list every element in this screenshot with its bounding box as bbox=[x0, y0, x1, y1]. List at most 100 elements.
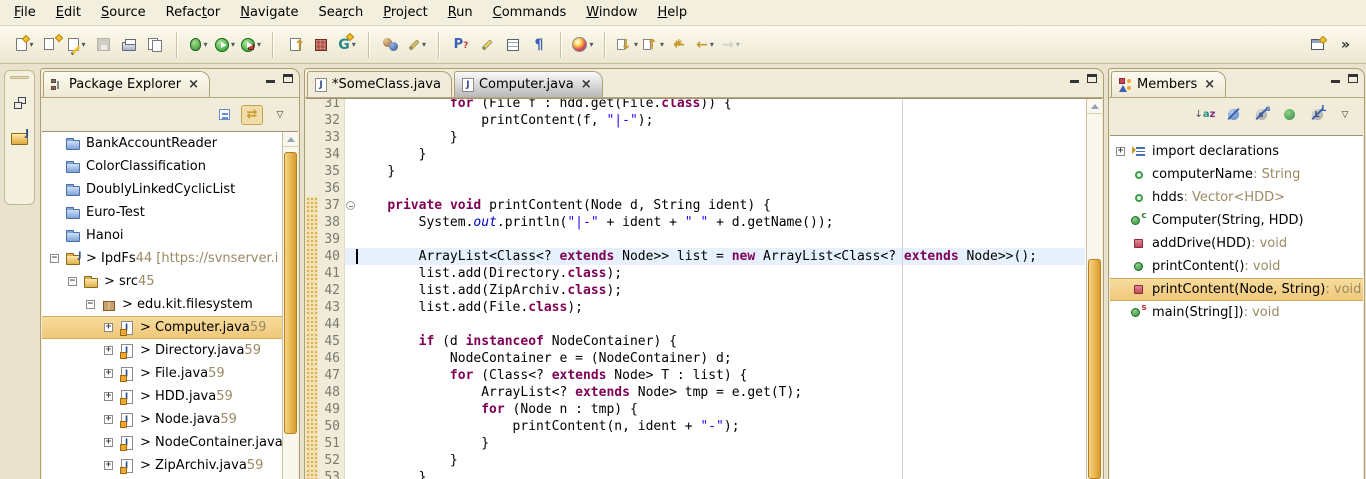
member-item[interactable]: printContent(Node, String) : void bbox=[1110, 278, 1363, 301]
show-selected-element-button[interactable] bbox=[501, 33, 525, 57]
code-line[interactable]: 51 } bbox=[306, 435, 1085, 452]
code-line[interactable]: 35 } bbox=[306, 163, 1085, 180]
tree-item[interactable]: −> edu.kit.filesystem bbox=[42, 293, 282, 316]
collapse-icon[interactable]: − bbox=[68, 277, 77, 286]
code-line[interactable]: 47 for (Class<? extends Node> T : list) … bbox=[306, 367, 1085, 384]
new-file-from-template-button[interactable] bbox=[39, 33, 63, 57]
member-item[interactable]: cComputer(String, HDD) bbox=[1110, 209, 1363, 232]
code-line[interactable]: 43 list.add(File.class); bbox=[306, 299, 1085, 316]
maximize-button[interactable] bbox=[283, 74, 293, 83]
run-button[interactable]: ▾ bbox=[213, 33, 237, 57]
dropdown-caret-icon[interactable]: ▾ bbox=[29, 40, 33, 49]
code-line[interactable]: 53 } bbox=[306, 469, 1085, 479]
search-button[interactable]: ▾ bbox=[405, 33, 429, 57]
save-button[interactable] bbox=[91, 33, 115, 57]
code-line[interactable]: 41 list.add(Directory.class); bbox=[306, 265, 1085, 282]
tree-item[interactable]: +J> Directory.java 59 bbox=[42, 339, 282, 362]
close-icon[interactable]: × bbox=[581, 77, 592, 92]
new-class-button[interactable]: ▾ bbox=[65, 33, 89, 57]
restore-views-button[interactable] bbox=[8, 91, 32, 115]
member-item[interactable]: smain(String[]) : void bbox=[1110, 301, 1363, 324]
tree-item[interactable]: −> src 45 bbox=[42, 270, 282, 293]
code-line[interactable]: 46 NodeContainer e = (NodeContainer) d; bbox=[306, 350, 1085, 367]
tree-item[interactable]: ColorClassification bbox=[42, 155, 282, 178]
menu-edit[interactable]: Edit bbox=[46, 2, 91, 23]
dropdown-caret-icon[interactable]: ▾ bbox=[203, 40, 207, 49]
expand-icon[interactable]: + bbox=[104, 323, 113, 332]
tab-someclass-java[interactable]: J *SomeClass.java bbox=[307, 71, 452, 97]
tree-item[interactable]: BankAccountReader bbox=[42, 132, 282, 155]
last-edit-location-button[interactable]: ∗← bbox=[667, 33, 691, 57]
tab-members[interactable]: Members × bbox=[1111, 71, 1226, 97]
tree-item[interactable]: +J> File.java 59 bbox=[42, 362, 282, 385]
expand-icon[interactable]: + bbox=[104, 415, 113, 424]
code-line[interactable]: 38 System.out.println("|-" + ident + " "… bbox=[306, 214, 1085, 231]
menu-window[interactable]: Window bbox=[576, 2, 647, 23]
next-annotation-button[interactable]: ↓▾ bbox=[615, 33, 639, 57]
member-item[interactable]: printContent() : void bbox=[1110, 255, 1363, 278]
close-icon[interactable]: × bbox=[1204, 77, 1215, 92]
scrollbar-thumb[interactable] bbox=[1088, 259, 1101, 479]
menu-help[interactable]: Help bbox=[648, 2, 698, 23]
maximize-button[interactable] bbox=[1348, 74, 1358, 83]
editor-scrollbar[interactable] bbox=[1086, 99, 1102, 479]
menu-commands[interactable]: Commands bbox=[483, 2, 577, 23]
code-line[interactable]: 50 printContent(n, ident + "-"); bbox=[306, 418, 1085, 435]
collapse-icon[interactable]: − bbox=[50, 254, 59, 263]
menu-search[interactable]: Search bbox=[309, 2, 374, 23]
code-line[interactable]: 45 if (d instanceof NodeContainer) { bbox=[306, 333, 1085, 350]
expand-icon[interactable]: + bbox=[1116, 147, 1125, 156]
collapse-icon[interactable]: − bbox=[86, 300, 95, 309]
dropdown-caret-icon[interactable]: ▾ bbox=[634, 40, 638, 49]
show-whitespace-button[interactable]: ¶ bbox=[527, 33, 551, 57]
link-with-editor-button[interactable]: ⇄ bbox=[241, 105, 263, 125]
dropdown-caret-icon[interactable]: ▾ bbox=[81, 40, 85, 49]
back-button[interactable]: ←▾ bbox=[693, 33, 717, 57]
expand-icon[interactable]: + bbox=[104, 461, 113, 470]
code-line[interactable]: 39 bbox=[306, 231, 1085, 248]
dropdown-caret-icon[interactable]: ▾ bbox=[422, 40, 426, 49]
code-editor[interactable]: 31 for (File f : hdd.get(File.class)) {3… bbox=[306, 98, 1102, 479]
hide-non-public-button[interactable] bbox=[1278, 105, 1300, 125]
dropdown-caret-icon[interactable]: ▾ bbox=[710, 40, 714, 49]
code-line[interactable]: 36 bbox=[306, 180, 1085, 197]
minimize-button[interactable] bbox=[266, 80, 275, 83]
code-line[interactable]: 49 for (Node n : tmp) { bbox=[306, 401, 1085, 418]
dropdown-caret-icon[interactable]: ▾ bbox=[660, 40, 664, 49]
menu-navigate[interactable]: Navigate bbox=[230, 2, 308, 23]
code-line[interactable]: 44 bbox=[306, 316, 1085, 333]
code-line[interactable]: 42 list.add(ZipArchiv.class); bbox=[306, 282, 1085, 299]
code-line[interactable]: 40 ArrayList<Class<? extends Node>> list… bbox=[306, 248, 1085, 265]
tree-item[interactable]: Hanoi bbox=[42, 224, 282, 247]
tree-item[interactable]: +J> Node.java 59 bbox=[42, 408, 282, 431]
tree-item[interactable]: +J> Computer.java 59 bbox=[42, 316, 282, 339]
tab-computer-java[interactable]: J Computer.java × bbox=[454, 71, 603, 97]
tab-package-explorer[interactable]: Package Explorer × bbox=[43, 71, 210, 97]
member-item[interactable]: computerName : String bbox=[1110, 163, 1363, 186]
hide-local-types-button[interactable]: LL bbox=[1306, 105, 1328, 125]
fold-column-cell[interactable] bbox=[344, 197, 356, 214]
sort-button[interactable]: ↓az bbox=[1194, 105, 1216, 125]
dropdown-caret-icon[interactable]: ▾ bbox=[257, 40, 261, 49]
dropdown-caret-icon[interactable]: ▾ bbox=[589, 40, 593, 49]
menu-refactor[interactable]: Refactor bbox=[156, 2, 231, 23]
member-item[interactable]: +import declarations bbox=[1110, 140, 1363, 163]
minimize-button[interactable] bbox=[1331, 80, 1340, 83]
scrollbar-thumb[interactable] bbox=[284, 152, 297, 434]
scroll-up-icon[interactable] bbox=[283, 132, 298, 147]
code-line[interactable]: 33 } bbox=[306, 129, 1085, 146]
expand-icon[interactable]: + bbox=[104, 346, 113, 355]
menu-project[interactable]: Project bbox=[373, 2, 438, 23]
menu-source[interactable]: Source bbox=[91, 2, 156, 23]
new-wizard-button[interactable]: ▾ bbox=[13, 33, 37, 57]
toolbar-overflow-chevron[interactable]: » bbox=[1331, 37, 1360, 53]
commit-button[interactable]: ↑ bbox=[283, 33, 307, 57]
new-editor-button[interactable] bbox=[1306, 33, 1330, 57]
expand-icon[interactable]: + bbox=[104, 438, 113, 447]
code-line[interactable]: 37 private void printContent(Node d, Str… bbox=[306, 197, 1085, 214]
view-menu-button[interactable]: ▽ bbox=[1334, 105, 1356, 125]
java-browsing-button[interactable]: ▾ bbox=[571, 33, 595, 57]
maximize-button[interactable] bbox=[1087, 74, 1097, 83]
code-line[interactable]: 48 ArrayList<? extends Node> tmp = e.get… bbox=[306, 384, 1085, 401]
menu-file[interactable]: File bbox=[4, 2, 46, 23]
